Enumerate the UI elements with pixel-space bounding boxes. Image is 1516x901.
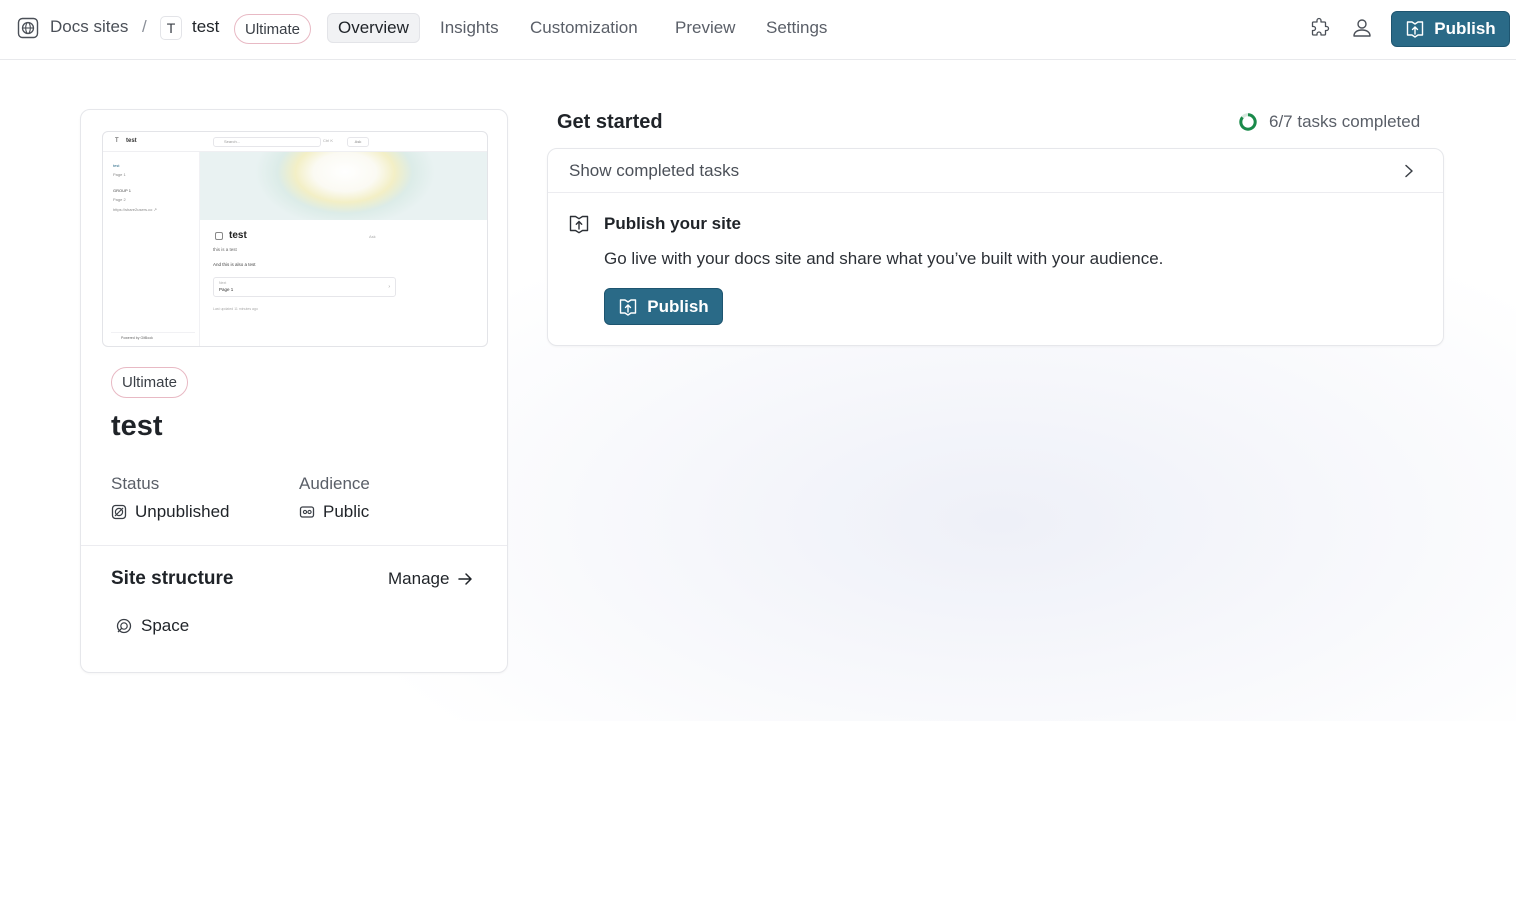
publish-button-label: Publish [1434,19,1496,38]
manage-label: Manage [388,569,450,588]
divider [81,545,507,546]
preview-sidebar: test Page 1 GROUP 1 Page 2 https://share… [103,152,200,346]
site-title: test [111,410,163,442]
site-avatar: T [160,16,182,40]
tab-customization[interactable]: Customization [520,13,648,43]
show-completed-toggle[interactable]: Show completed tasks [548,149,1443,193]
breadcrumb-docs-sites[interactable]: Docs sites [50,17,128,37]
space-icon [116,618,132,634]
preview-updated: Last updated 11 minutes ago [213,307,258,311]
preview-text-2: And this is also a test [213,262,256,267]
structure-item-label: Space [141,616,190,635]
task-publish-button[interactable]: Publish [604,288,723,325]
preview-cover-image [200,152,487,220]
plan-badge: Ultimate [111,367,189,398]
preview-initial: T [115,138,119,144]
users-icon[interactable] [1350,16,1374,40]
audience-value: Public [299,502,369,522]
show-completed-label: Show completed tasks [569,161,740,180]
preview-sidebar-item: test [113,163,120,168]
preview-title: test [126,138,137,144]
publish-icon [569,215,589,234]
site-preview-thumbnail[interactable]: T test Search... Ctrl K Ask test Page 1 … [102,131,488,347]
publish-icon [1407,21,1424,38]
tasks-progress-text: 6/7 tasks completed [1269,112,1421,131]
progress-ring [1239,113,1257,131]
manage-link[interactable]: Manage [388,569,473,589]
preview-next-link: Next Page 1 › [213,277,396,297]
site-card: T test Search... Ctrl K Ask test Page 1 … [80,109,508,673]
structure-item-space[interactable]: Space [115,616,189,636]
preview-chevron-icon: › [388,284,390,290]
preview-page-ask: Ask [369,234,376,239]
globe-icon[interactable] [17,17,39,39]
tab-preview[interactable]: Preview [665,13,745,43]
task-title: Publish your site [604,214,741,233]
tab-settings[interactable]: Settings [756,13,837,43]
status-value: Unpublished [111,502,230,522]
audience-text: Public [323,502,370,521]
preview-heading: test [229,230,247,241]
get-started-title: Get started [557,111,663,133]
preview-sidebar-item: Page 1 [113,172,126,177]
puzzle-icon[interactable] [1308,16,1332,40]
breadcrumb-separator: / [142,17,147,36]
preview-next-caption: Next [219,281,227,285]
breadcrumb-site-name[interactable]: test [192,17,219,37]
preview-header: T test Search... Ctrl K Ask [103,132,487,152]
site-structure-title: Site structure [111,568,234,589]
task-publish-label: Publish [647,296,709,316]
preview-ask: Ask [347,137,369,147]
public-icon [299,506,315,518]
get-started-card: Show completed tasks Publish your site G… [547,148,1444,346]
preview-sidebar-item: Page 2 [113,197,126,202]
chevron-right-icon [1401,161,1417,181]
arrow-right-icon [458,573,473,585]
plan-badge: Ultimate [234,14,312,44]
preview-text-1: this is a test [213,247,237,252]
preview-search: Search... [213,137,321,147]
unpublished-icon [111,504,127,520]
top-bar: Docs sites / T test Ultimate Overview In… [0,0,1516,60]
preview-next-label: Page 1 [219,287,234,292]
tab-overview[interactable]: Overview [327,13,420,43]
tasks-progress: 6/7 tasks completed [1238,112,1420,132]
preview-shortcut: Ctrl K [323,138,333,143]
preview-page-icon [215,232,223,240]
task-description: Go live with your docs site and share wh… [604,249,1164,268]
publish-button[interactable]: Publish [1391,11,1510,47]
preview-powered-by: Powered by GitBook [111,332,195,342]
preview-sidebar-group: GROUP 1 [113,188,131,193]
audience-label: Audience [299,474,370,493]
status-text: Unpublished [135,502,230,521]
preview-sidebar-item: https://share2users.co ↗ [113,207,157,212]
publish-icon [620,298,637,316]
tab-insights[interactable]: Insights [430,13,509,43]
status-label: Status [111,474,160,493]
